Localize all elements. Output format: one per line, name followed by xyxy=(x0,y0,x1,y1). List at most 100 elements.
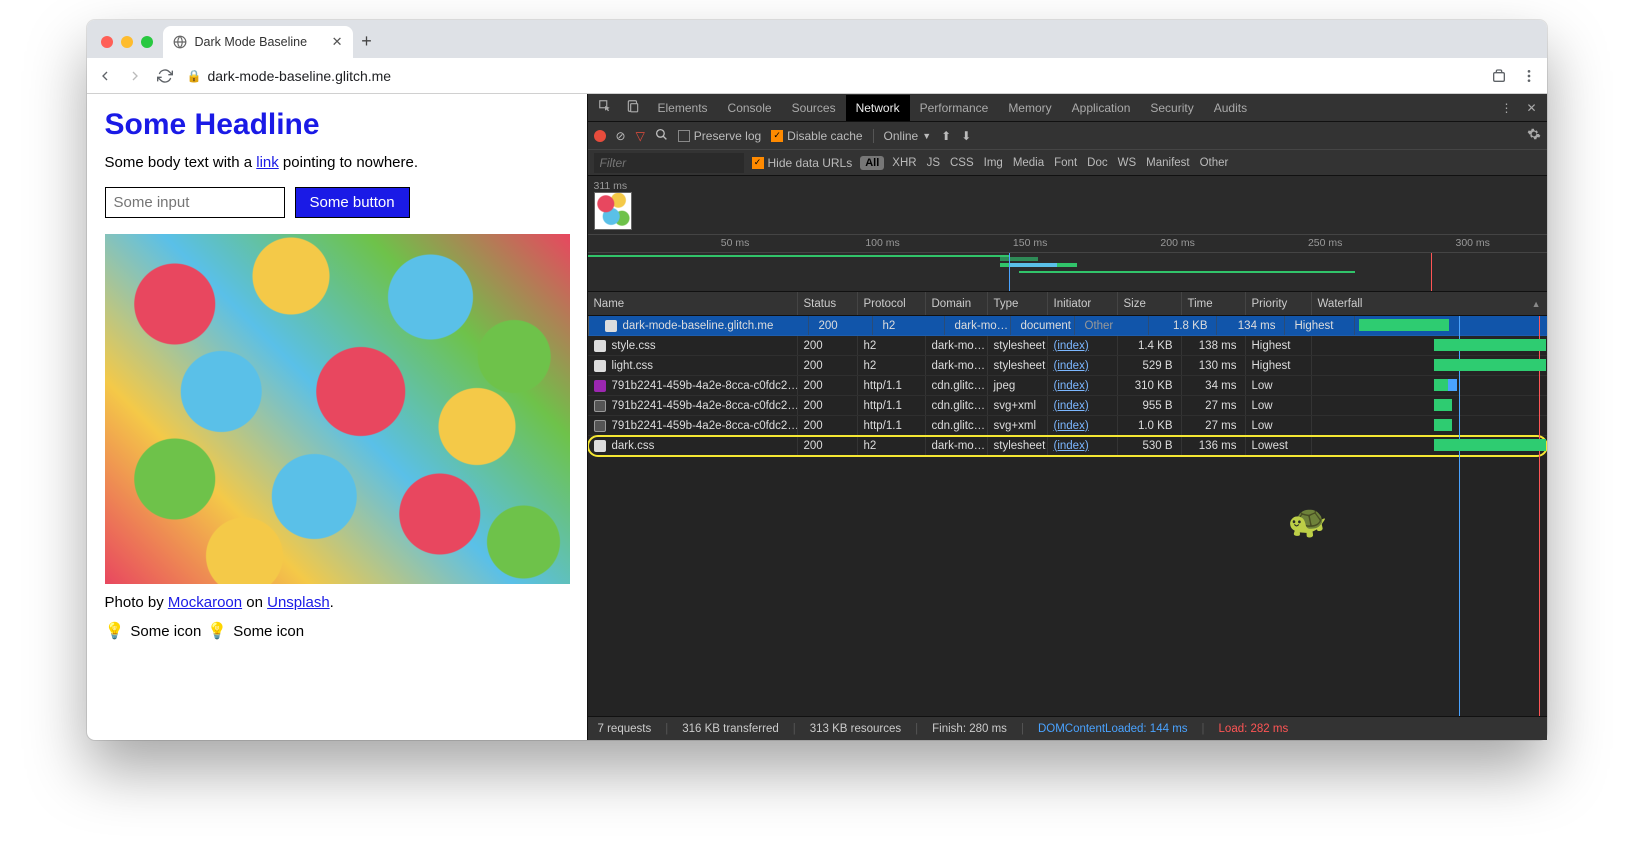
close-window-button[interactable] xyxy=(101,36,113,48)
maximize-window-button[interactable] xyxy=(141,36,153,48)
cell-initiator[interactable]: (index) xyxy=(1048,376,1118,395)
network-request-row[interactable]: dark.css200h2dark-mo…stylesheet(index)53… xyxy=(588,436,1547,456)
devtools-tab-network[interactable]: Network xyxy=(846,95,910,121)
element-picker-icon[interactable] xyxy=(592,99,618,116)
sample-button[interactable]: Some button xyxy=(295,187,410,218)
forward-icon[interactable] xyxy=(127,68,143,84)
devtools-tab-sources[interactable]: Sources xyxy=(782,95,846,121)
network-request-row[interactable]: 791b2241-459b-4a2e-8cca-c0fdc2…200http/1… xyxy=(588,416,1547,436)
lock-icon: 🔒 xyxy=(187,69,202,83)
download-icon[interactable]: ⬇ xyxy=(961,129,971,143)
menu-icon[interactable] xyxy=(1521,68,1537,84)
address-bar: 🔒 dark-mode-baseline.glitch.me xyxy=(87,58,1547,94)
close-tab-icon[interactable]: ✕ xyxy=(332,34,343,50)
status-resources: 313 KB resources xyxy=(810,723,901,735)
column-header-type[interactable]: Type xyxy=(988,292,1048,315)
network-request-row[interactable]: 791b2241-459b-4a2e-8cca-c0fdc2…200http/1… xyxy=(588,396,1547,416)
settings-gear-icon[interactable] xyxy=(1527,127,1541,144)
credit-author-link[interactable]: Mockaroon xyxy=(168,594,242,611)
cell-domain: dark-mo… xyxy=(926,336,988,355)
network-filterbar: ✓Hide data URLs All XHR JS CSS Img Media Font… xyxy=(588,150,1547,176)
throttling-select[interactable]: Online ▼ xyxy=(873,129,932,143)
cell-name: style.css xyxy=(588,336,798,355)
cell-status: 200 xyxy=(798,376,858,395)
column-header-priority[interactable]: Priority xyxy=(1246,292,1312,315)
reload-icon[interactable] xyxy=(157,68,173,84)
devtools-more-icon[interactable]: ⋮ xyxy=(1494,101,1518,115)
network-request-row[interactable]: light.css200h2dark-mo…stylesheet(index)5… xyxy=(588,356,1547,376)
filter-type-doc[interactable]: Doc xyxy=(1087,157,1107,169)
column-header-initiator[interactable]: Initiator xyxy=(1048,292,1118,315)
browser-tab[interactable]: Dark Mode Baseline ✕ xyxy=(163,26,353,58)
cell-time: 130 ms xyxy=(1182,356,1246,375)
cell-initiator[interactable]: (index) xyxy=(1048,416,1118,435)
devtools-tab-console[interactable]: Console xyxy=(718,95,782,121)
filter-type-font[interactable]: Font xyxy=(1054,157,1077,169)
cell-priority: Lowest xyxy=(1246,436,1312,455)
cell-priority: Highest xyxy=(1246,356,1312,375)
devtools-close-icon[interactable]: ✕ xyxy=(1520,101,1542,115)
filter-type-xhr[interactable]: XHR xyxy=(892,157,916,169)
network-request-row[interactable]: style.css200h2dark-mo…stylesheet(index)1… xyxy=(588,336,1547,356)
cell-initiator[interactable]: (index) xyxy=(1048,436,1118,455)
url-host: dark-mode-baseline.glitch.me xyxy=(207,68,391,84)
lightbulb-outline-icon: 💡 xyxy=(207,621,227,641)
sample-input[interactable] xyxy=(105,187,285,218)
new-tab-button[interactable]: + xyxy=(353,31,381,58)
cell-initiator[interactable]: (index) xyxy=(1048,356,1118,375)
back-icon[interactable] xyxy=(97,68,113,84)
file-type-icon xyxy=(594,400,606,412)
search-icon[interactable] xyxy=(655,128,668,144)
minimize-window-button[interactable] xyxy=(121,36,133,48)
devtools-tab-elements[interactable]: Elements xyxy=(648,95,718,121)
network-overview[interactable]: 311 ms 50 ms100 ms150 ms200 ms250 ms300 … xyxy=(588,176,1547,292)
filter-type-manifest[interactable]: Manifest xyxy=(1146,157,1189,169)
devtools-tab-memory[interactable]: Memory xyxy=(998,95,1061,121)
devtools-panel: ElementsConsoleSourcesNetworkPerformance… xyxy=(587,94,1547,740)
devtools-tab-security[interactable]: Security xyxy=(1140,95,1203,121)
column-header-status[interactable]: Status xyxy=(798,292,858,315)
body-link[interactable]: link xyxy=(256,154,279,171)
filter-all[interactable]: All xyxy=(860,156,884,170)
cell-domain: dark-mo… xyxy=(949,316,1011,335)
cell-initiator[interactable]: (index) xyxy=(1048,396,1118,415)
network-table-header[interactable]: NameStatusProtocolDomainTypeInitiatorSiz… xyxy=(588,292,1547,316)
clear-icon[interactable]: ⊘ xyxy=(616,129,626,143)
record-icon[interactable] xyxy=(594,130,606,142)
column-header-waterfall[interactable]: Waterfall▲ xyxy=(1312,292,1547,315)
cell-protocol: http/1.1 xyxy=(858,396,926,415)
filter-toggle-icon[interactable]: ▽ xyxy=(636,129,645,143)
filter-input[interactable] xyxy=(594,153,744,173)
extensions-icon[interactable] xyxy=(1491,68,1507,84)
filter-type-css[interactable]: CSS xyxy=(950,157,974,169)
devtools-tab-audits[interactable]: Audits xyxy=(1204,95,1257,121)
network-request-row[interactable]: 791b2241-459b-4a2e-8cca-c0fdc2…200http/1… xyxy=(588,376,1547,396)
turtle-emoji: 🐢 xyxy=(1288,502,1328,540)
column-header-size[interactable]: Size xyxy=(1118,292,1182,315)
credit-site-link[interactable]: Unsplash xyxy=(267,594,330,611)
cell-name: 791b2241-459b-4a2e-8cca-c0fdc2… xyxy=(588,376,798,395)
filter-type-ws[interactable]: WS xyxy=(1118,157,1137,169)
disable-cache-checkbox[interactable]: ✓Disable cache xyxy=(771,129,862,143)
column-header-protocol[interactable]: Protocol xyxy=(858,292,926,315)
filter-type-media[interactable]: Media xyxy=(1013,157,1044,169)
devtools-tab-performance[interactable]: Performance xyxy=(910,95,999,121)
file-type-icon xyxy=(594,360,606,372)
devtools-tab-application[interactable]: Application xyxy=(1062,95,1141,121)
hide-data-urls-checkbox[interactable]: ✓Hide data URLs xyxy=(752,156,853,170)
column-header-time[interactable]: Time xyxy=(1182,292,1246,315)
device-toggle-icon[interactable] xyxy=(620,99,646,116)
url-field[interactable]: 🔒 dark-mode-baseline.glitch.me xyxy=(187,68,1477,84)
filter-type-img[interactable]: Img xyxy=(984,157,1003,169)
cell-waterfall xyxy=(1312,396,1547,415)
status-load: Load: 282 ms xyxy=(1219,723,1289,735)
filter-type-js[interactable]: JS xyxy=(927,157,940,169)
network-request-row[interactable]: dark-mode-baseline.glitch.me200h2dark-mo… xyxy=(588,316,1547,336)
cell-time: 138 ms xyxy=(1182,336,1246,355)
preserve-log-checkbox[interactable]: Preserve log xyxy=(678,129,761,143)
upload-icon[interactable]: ⬆ xyxy=(941,129,951,143)
column-header-name[interactable]: Name xyxy=(588,292,798,315)
filter-type-other[interactable]: Other xyxy=(1200,157,1229,169)
column-header-domain[interactable]: Domain xyxy=(926,292,988,315)
cell-initiator[interactable]: (index) xyxy=(1048,336,1118,355)
